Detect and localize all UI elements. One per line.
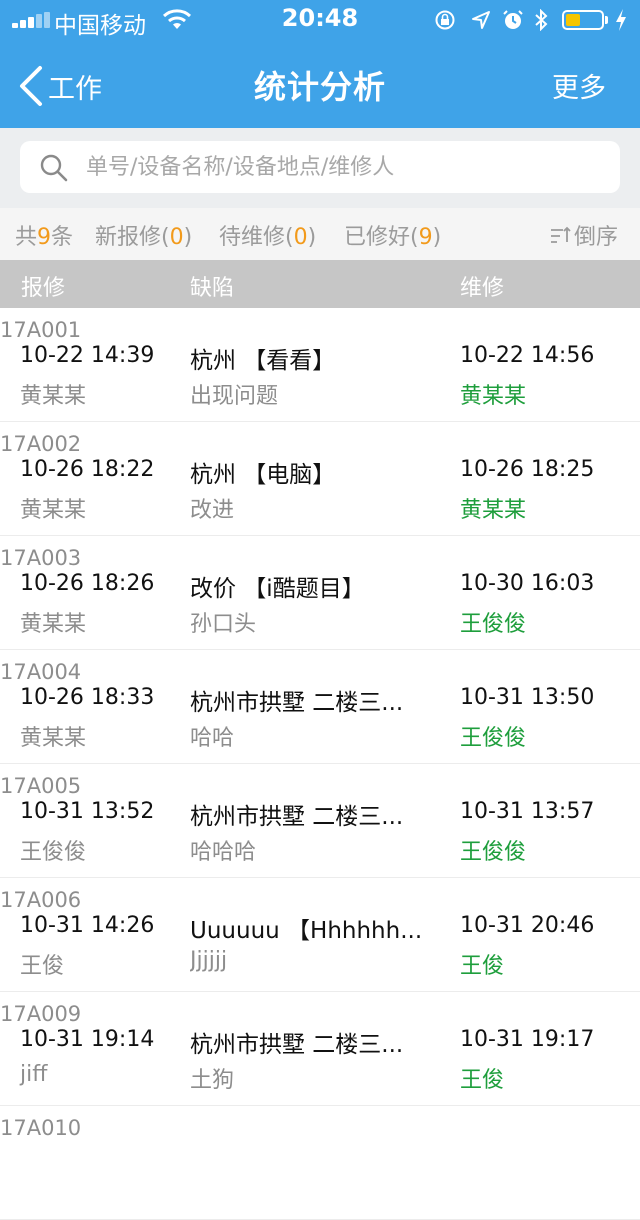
defect-description: 改进 (190, 498, 235, 523)
reporter-name: 王俊 (20, 954, 65, 979)
table-row[interactable]: 17A004 10-26 18:33 黄某某 杭州市拱墅 二楼三... 哈哈 1… (0, 650, 640, 764)
record-id: 17A002 (0, 432, 82, 456)
repairer-name: 黄某某 (460, 498, 527, 523)
bluetooth-icon (535, 9, 548, 31)
sort-label: 倒序 (573, 225, 618, 250)
table-row[interactable]: 17A001 10-22 14:39 黄某某 杭州 【看看】 出现问题 10-2… (0, 308, 640, 422)
reporter-name: 黄某某 (20, 384, 87, 409)
record-id: 17A010 (0, 1116, 82, 1140)
table-row[interactable]: 17A003 10-26 18:26 黄某某 改价 【i酷题目】 孙口头 10-… (0, 536, 640, 650)
sort-toggle[interactable]: 倒序 (549, 219, 618, 251)
pending-count: 0 (293, 225, 308, 250)
reporter-name: 黄某某 (20, 726, 87, 751)
top-bar: 中国移动 20:48 工作 统计分析 更多 (0, 0, 640, 128)
search-input[interactable] (84, 141, 606, 193)
defect-title: 杭州市拱墅 二楼三... (190, 690, 404, 716)
filter-new[interactable]: 新报修(0) (95, 219, 192, 251)
table-row[interactable]: 17A005 10-31 13:52 王俊俊 杭州市拱墅 二楼三... 哈哈哈 … (0, 764, 640, 878)
filter-done[interactable]: 已修好(9) (344, 219, 441, 251)
alarm-icon (503, 10, 523, 29)
defect-title: 改价 【i酷题目】 (190, 576, 365, 602)
record-id: 17A001 (0, 318, 82, 342)
repairer-name: 王俊 (460, 1068, 505, 1093)
defect-description: 哈哈 (190, 726, 235, 751)
filter-pending[interactable]: 待维修(0) (219, 219, 316, 251)
reporter-name: jiff (20, 1062, 48, 1087)
defect-description: 土狗 (190, 1068, 235, 1093)
report-time: 10-26 18:22 (20, 457, 155, 482)
repair-time: 10-31 13:50 (460, 685, 595, 710)
table-row[interactable]: 17A009 10-31 19:14 jiff 杭州市拱墅 二楼三... 土狗 … (0, 992, 640, 1106)
repairer-name: 王俊俊 (460, 612, 527, 637)
navigation-bar: 工作 统计分析 更多 (0, 40, 640, 128)
search-icon (40, 154, 68, 182)
record-id: 17A004 (0, 660, 82, 684)
reporter-name: 黄某某 (20, 612, 87, 637)
status-bar: 中国移动 20:48 (0, 0, 640, 40)
defect-title: 杭州市拱墅 二楼三... (190, 1032, 404, 1058)
filter-bar: 共9条 新报修(0) 待维修(0) 已修好(9) 倒序 (0, 208, 640, 260)
table-row[interactable]: 17A006 10-31 14:26 王俊 Uuuuuu 【Hhhhhh... … (0, 878, 640, 992)
report-time: 10-22 14:39 (20, 343, 155, 368)
repair-time: 10-30 16:03 (460, 571, 595, 596)
record-list: 17A001 10-22 14:39 黄某某 杭州 【看看】 出现问题 10-2… (0, 308, 640, 1220)
record-id: 17A003 (0, 546, 82, 570)
repair-time: 10-31 13:57 (460, 799, 595, 824)
report-time: 10-26 18:33 (20, 685, 155, 710)
table-header: 报修 缺陷 维修 (0, 260, 640, 308)
charging-bolt-icon (616, 9, 626, 31)
defect-title: 杭州 【电脑】 (190, 462, 336, 488)
column-header-defect: 缺陷 (190, 276, 235, 301)
done-count: 9 (418, 225, 433, 250)
column-header-repair: 维修 (460, 276, 505, 301)
repair-time: 10-22 14:56 (460, 343, 595, 368)
total-count: 9 (37, 225, 52, 250)
defect-title: 杭州 【看看】 (190, 348, 336, 374)
report-time: 10-31 14:26 (20, 913, 155, 938)
battery-icon (562, 10, 604, 30)
defect-title: Uuuuuu 【Hhhhhh... (190, 918, 423, 944)
column-header-report: 报修 (21, 276, 66, 301)
repair-time: 10-31 20:46 (460, 913, 595, 938)
search-area (0, 128, 640, 208)
repairer-name: 王俊俊 (460, 726, 527, 751)
defect-title: 杭州市拱墅 二楼三... (190, 804, 404, 830)
search-box[interactable] (20, 141, 620, 193)
repair-time: 10-26 18:25 (460, 457, 595, 482)
report-time: 10-31 13:52 (20, 799, 155, 824)
rotation-lock-icon (435, 10, 455, 30)
more-button[interactable]: 更多 (552, 66, 606, 105)
sort-icon (550, 226, 571, 243)
report-time: 10-31 19:14 (20, 1027, 155, 1052)
record-id: 17A005 (0, 774, 82, 798)
reporter-name: 黄某某 (20, 498, 87, 523)
location-arrow-icon (472, 11, 490, 29)
repairer-name: 王俊 (460, 954, 505, 979)
repairer-name: 黄某某 (460, 384, 527, 409)
table-row[interactable]: 17A002 10-26 18:22 黄某某 杭州 【电脑】 改进 10-26 … (0, 422, 640, 536)
table-row[interactable]: 17A010 (0, 1106, 640, 1220)
reporter-name: 王俊俊 (20, 840, 87, 865)
defect-description: 哈哈哈 (190, 840, 257, 865)
record-id: 17A006 (0, 888, 82, 912)
filter-total[interactable]: 共9条 (15, 219, 73, 251)
report-time: 10-26 18:26 (20, 571, 155, 596)
defect-description: Jjjjjj (190, 948, 228, 973)
new-count: 0 (169, 225, 184, 250)
record-id: 17A009 (0, 1002, 82, 1026)
defect-description: 出现问题 (190, 384, 279, 409)
repair-time: 10-31 19:17 (460, 1027, 595, 1052)
defect-description: 孙口头 (190, 612, 257, 637)
repairer-name: 王俊俊 (460, 840, 527, 865)
page-title: 统计分析 (253, 68, 386, 106)
